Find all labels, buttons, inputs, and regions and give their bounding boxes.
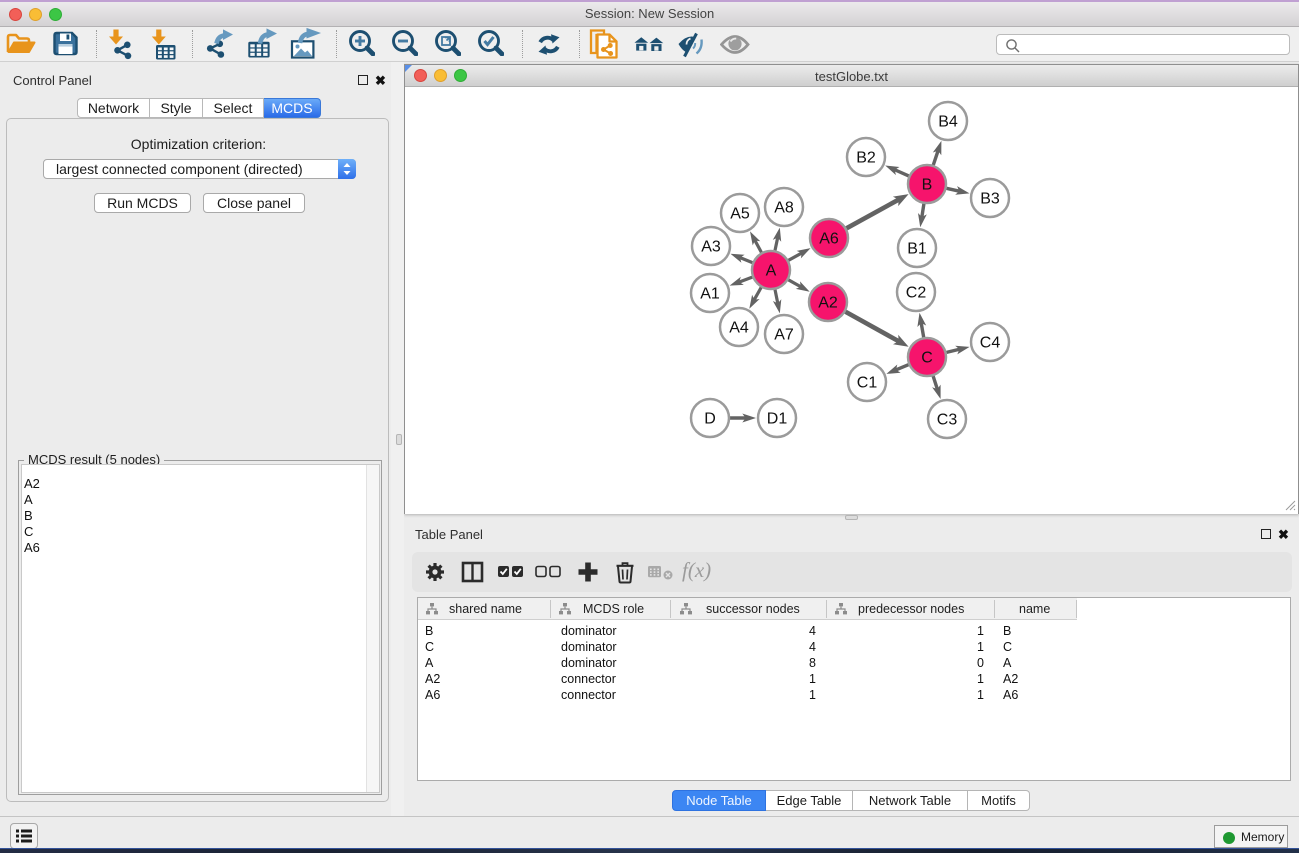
svg-text:D1: D1 bbox=[767, 411, 788, 428]
svg-text:B4: B4 bbox=[938, 114, 958, 131]
svg-text:C3: C3 bbox=[937, 412, 958, 429]
svg-text:C4: C4 bbox=[980, 335, 1001, 352]
svg-text:B3: B3 bbox=[980, 191, 1000, 208]
svg-text:D: D bbox=[704, 411, 716, 428]
svg-text:A5: A5 bbox=[730, 206, 750, 223]
svg-text:A2: A2 bbox=[818, 295, 838, 312]
svg-text:B2: B2 bbox=[856, 150, 876, 167]
svg-text:A7: A7 bbox=[774, 327, 794, 344]
svg-text:C2: C2 bbox=[906, 285, 927, 302]
svg-text:A: A bbox=[766, 263, 777, 280]
svg-text:A4: A4 bbox=[729, 320, 749, 337]
svg-text:A1: A1 bbox=[700, 286, 720, 303]
svg-text:B1: B1 bbox=[907, 241, 927, 258]
svg-text:C1: C1 bbox=[857, 375, 878, 392]
svg-text:A6: A6 bbox=[819, 231, 839, 248]
svg-text:B: B bbox=[922, 177, 933, 194]
svg-text:C: C bbox=[921, 350, 933, 367]
svg-text:A3: A3 bbox=[701, 239, 721, 256]
svg-text:A8: A8 bbox=[774, 200, 794, 217]
